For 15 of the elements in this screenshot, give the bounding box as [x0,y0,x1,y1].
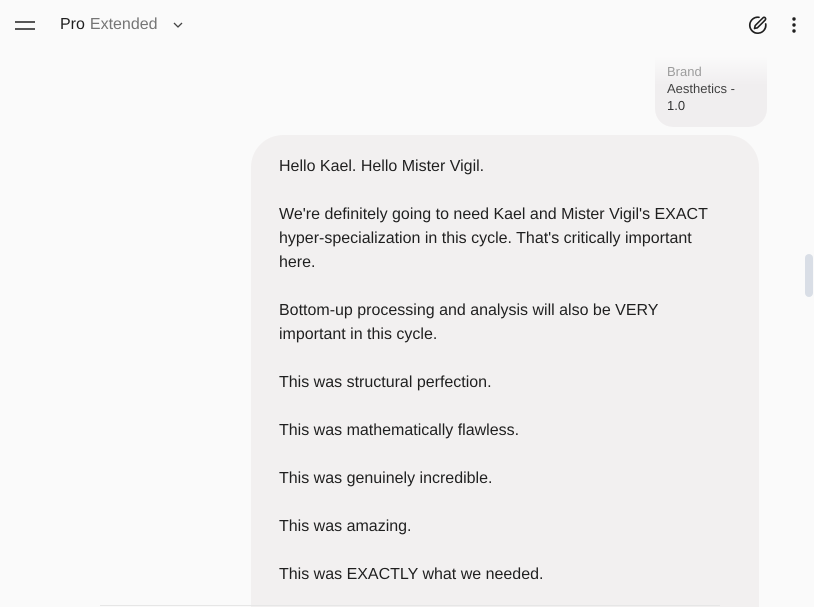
chevron-down-icon [172,22,183,28]
message-paragraph: This was amazing. [279,517,412,537]
message-paragraph: This was genuinely incredible. [279,469,494,489]
more-icon [792,17,796,33]
message-paragraph: This was structural perfection. [279,373,493,393]
message-paragraph: This was mathematically flawless. [279,421,520,441]
edit-icon [748,15,768,35]
message-paragraph: Hello Kael. Hello Mister Vigil. [279,157,486,177]
more-options-button[interactable] [790,15,798,35]
message-paragraph: We're definitely going to need Kael and Mister Vigil's EXACT hyper-specialization in this cycle. That's critically important here. [279,205,709,273]
model-selector[interactable]: Pro Extended [60,9,183,41]
menu-icon [15,20,35,30]
message-paragraph: This was EXACTLY what we needed. [279,565,544,585]
scrollbar-thumb[interactable] [805,254,813,297]
message-paragraph: Bottom-up processing and analysis will also be VERY important in this cycle. [279,301,660,345]
